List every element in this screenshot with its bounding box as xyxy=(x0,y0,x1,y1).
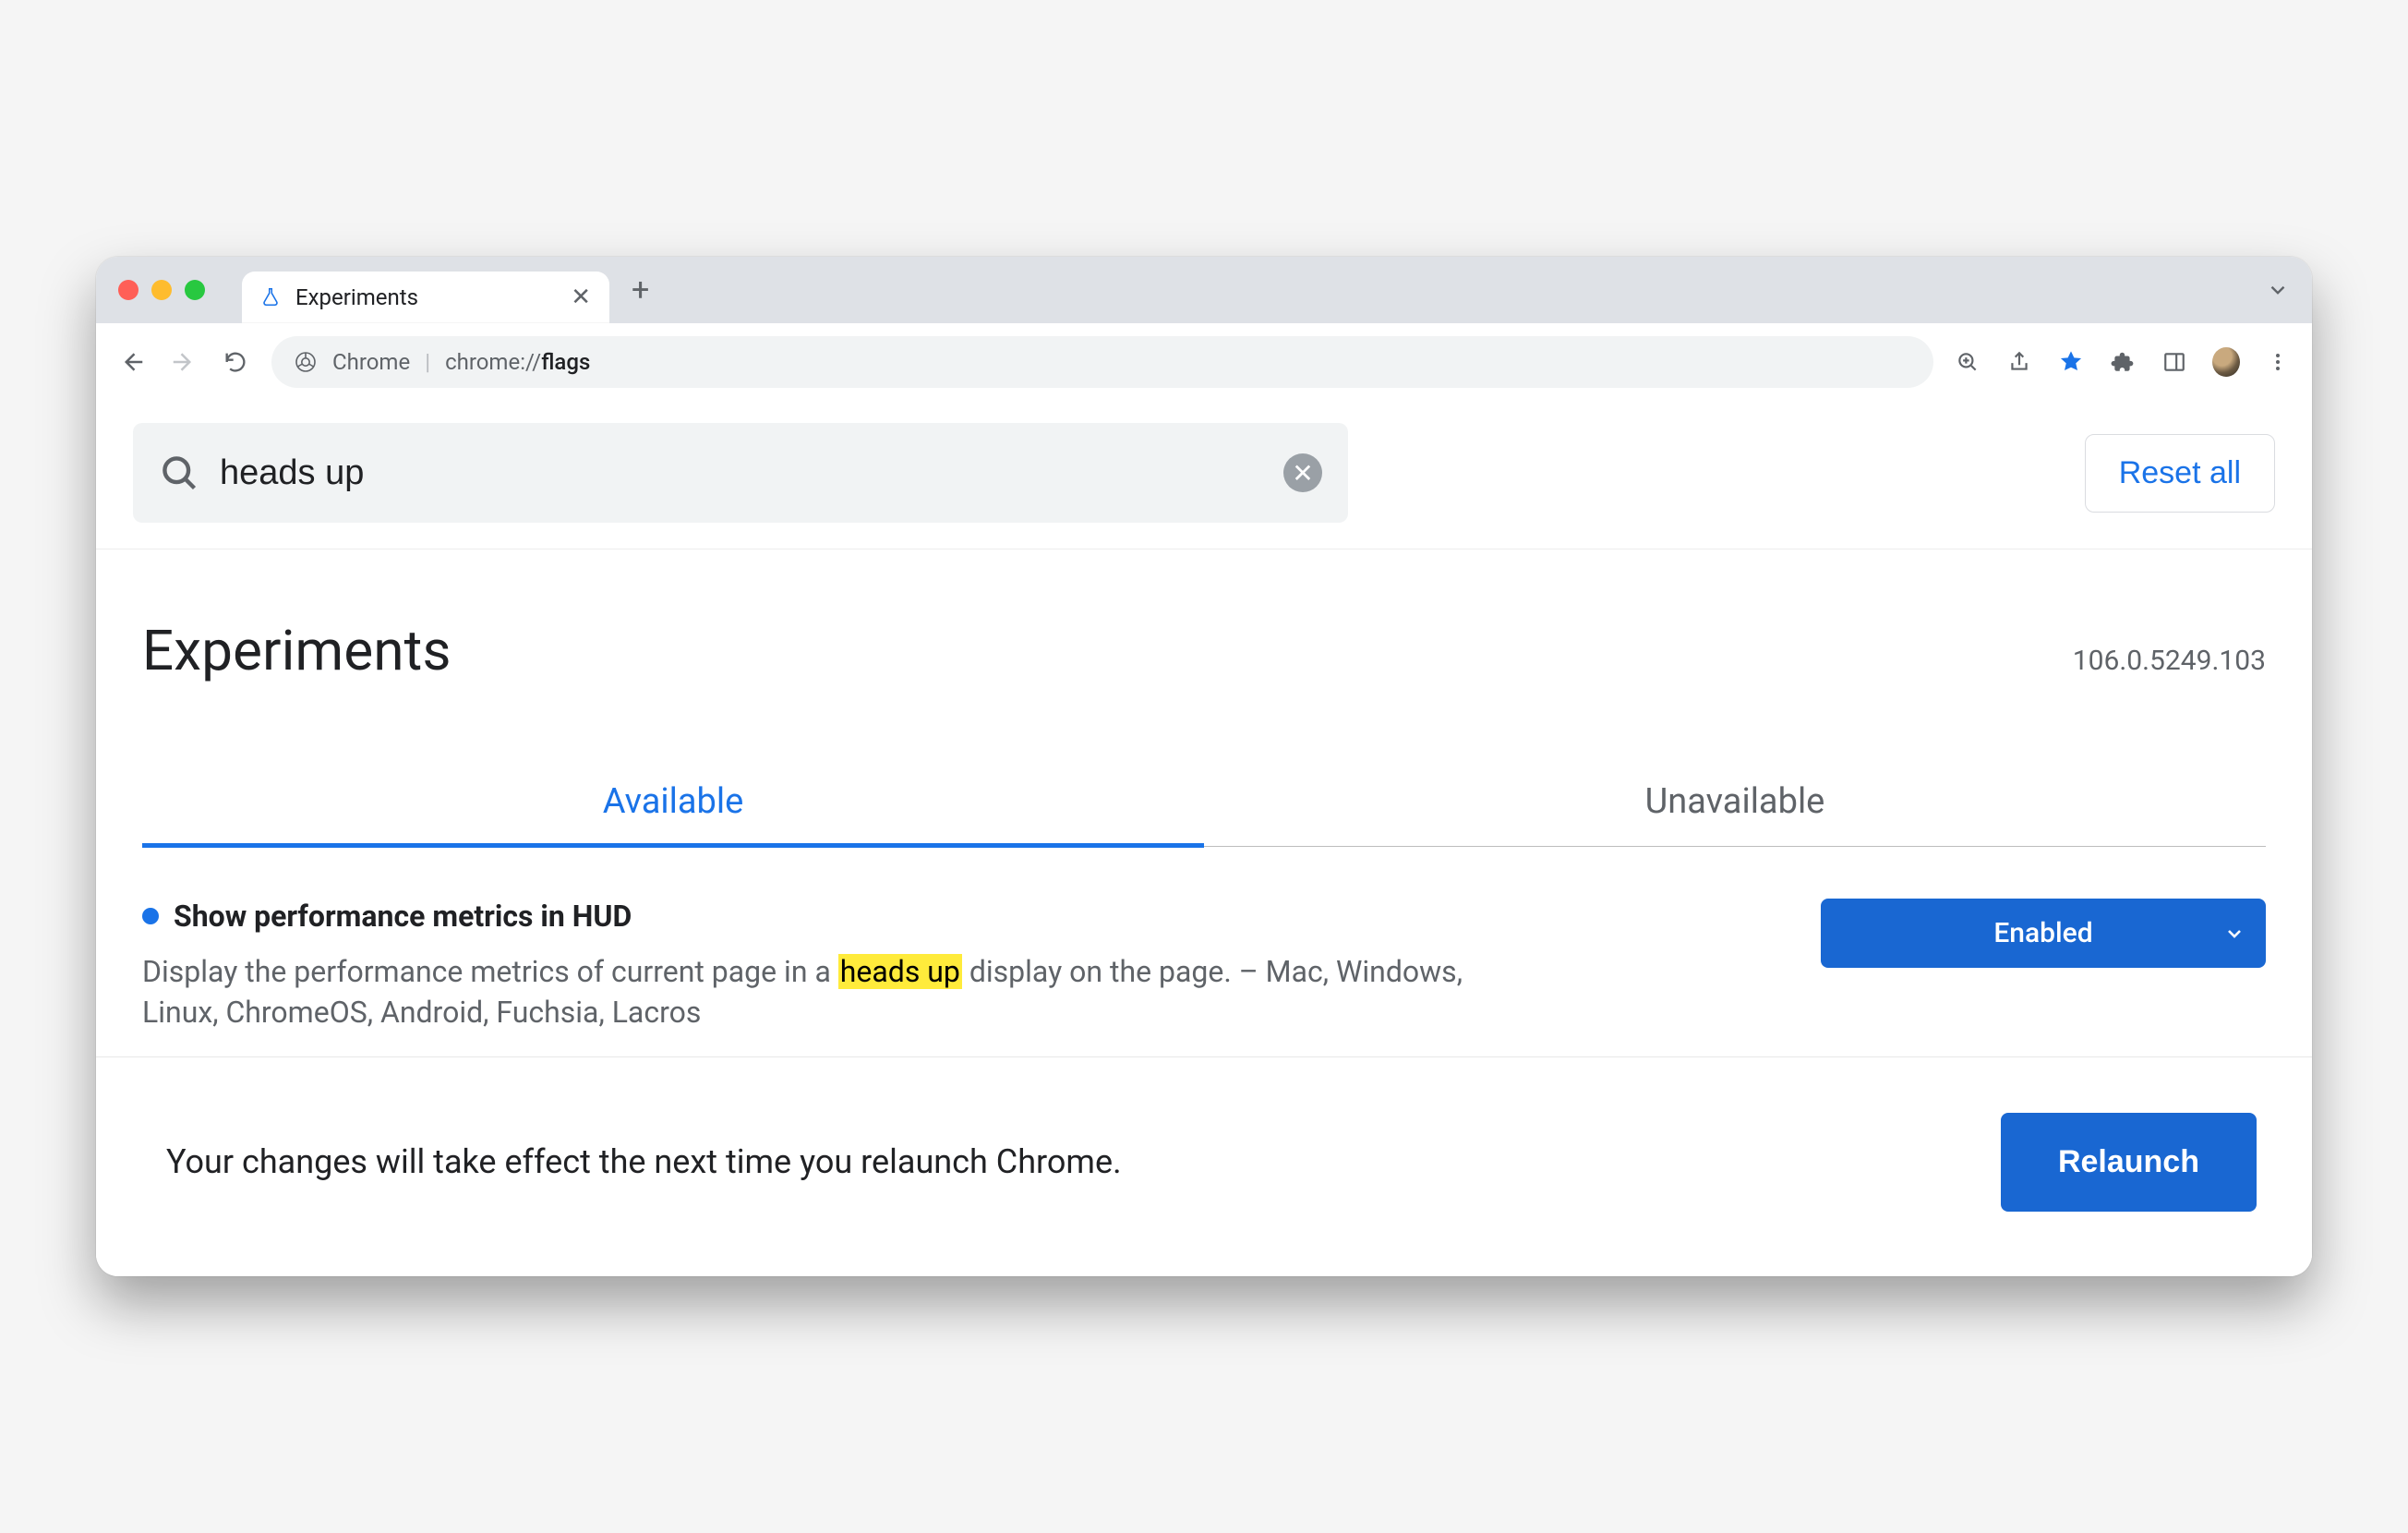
address-bar[interactable]: Chrome | chrome://flags xyxy=(271,336,1933,388)
flag-title: Show performance metrics in HUD xyxy=(142,899,1765,934)
window-close-icon[interactable] xyxy=(118,280,138,300)
flag-state-value: Enabled xyxy=(1993,917,2092,949)
chevron-down-icon xyxy=(2223,923,2245,945)
flag-desc-highlight: heads up xyxy=(838,954,962,989)
chrome-icon xyxy=(294,350,318,374)
reset-all-button[interactable]: Reset all xyxy=(2085,434,2275,513)
toolbar-actions xyxy=(1954,348,2292,376)
url-prefix-label: Chrome xyxy=(332,349,410,375)
browser-tab[interactable]: Experiments ✕ xyxy=(242,272,609,323)
tab-strip: Experiments ✕ + xyxy=(96,257,2312,323)
back-button[interactable] xyxy=(116,346,148,378)
tab-title: Experiments xyxy=(295,284,418,310)
search-icon xyxy=(159,453,199,493)
window-minimize-icon[interactable] xyxy=(151,280,172,300)
flag-description: Display the performance metrics of curre… xyxy=(142,952,1490,1032)
page-header: Experiments 106.0.5249.103 xyxy=(96,549,2312,693)
flag-state-select[interactable]: Enabled xyxy=(1821,899,2266,968)
window-zoom-icon[interactable] xyxy=(185,280,205,300)
url-scheme: chrome:// xyxy=(445,349,541,375)
window-controls xyxy=(118,280,205,300)
new-tab-button[interactable]: + xyxy=(632,274,649,306)
flag-row: Show performance metrics in HUD Display … xyxy=(96,847,2312,1056)
browser-toolbar: Chrome | chrome://flags xyxy=(96,323,2312,401)
side-panel-icon[interactable] xyxy=(2161,348,2188,376)
kebab-menu-icon[interactable] xyxy=(2264,348,2292,376)
extensions-icon[interactable] xyxy=(2109,348,2137,376)
restart-message: Your changes will take effect the next t… xyxy=(166,1142,1122,1181)
modified-dot-icon xyxy=(142,908,159,924)
profile-avatar[interactable] xyxy=(2212,348,2240,376)
flags-search-box: ✕ xyxy=(133,423,1348,523)
url-path: flags xyxy=(541,349,590,375)
chrome-version: 106.0.5249.103 xyxy=(2073,645,2266,677)
tab-available[interactable]: Available xyxy=(142,761,1204,846)
flags-tabs: Available Unavailable xyxy=(142,761,2266,847)
bookmark-star-icon[interactable] xyxy=(2057,348,2085,376)
clear-search-icon[interactable]: ✕ xyxy=(1283,453,1322,492)
url-divider: | xyxy=(425,349,430,375)
flag-title-text: Show performance metrics in HUD xyxy=(174,899,632,934)
restart-bar: Your changes will take effect the next t… xyxy=(96,1057,2312,1276)
forward-button xyxy=(168,346,199,378)
zoom-icon[interactable] xyxy=(1954,348,1981,376)
flag-desc-before: Display the performance metrics of curre… xyxy=(142,954,838,989)
tab-overflow-icon[interactable] xyxy=(2266,278,2295,302)
flags-search-input[interactable] xyxy=(218,453,1265,494)
relaunch-button[interactable]: Relaunch xyxy=(2001,1113,2257,1212)
browser-window: Experiments ✕ + Chrome | chrome://flags xyxy=(96,257,2312,1275)
tab-unavailable[interactable]: Unavailable xyxy=(1204,761,2266,846)
page-content: ✕ Reset all Experiments 106.0.5249.103 A… xyxy=(96,401,2312,1275)
reload-button[interactable] xyxy=(220,346,251,378)
flags-search-row: ✕ Reset all xyxy=(96,401,2312,549)
page-title: Experiments xyxy=(142,618,452,683)
share-icon[interactable] xyxy=(2005,348,2033,376)
flask-icon xyxy=(259,285,283,309)
tab-close-icon[interactable]: ✕ xyxy=(571,285,591,309)
